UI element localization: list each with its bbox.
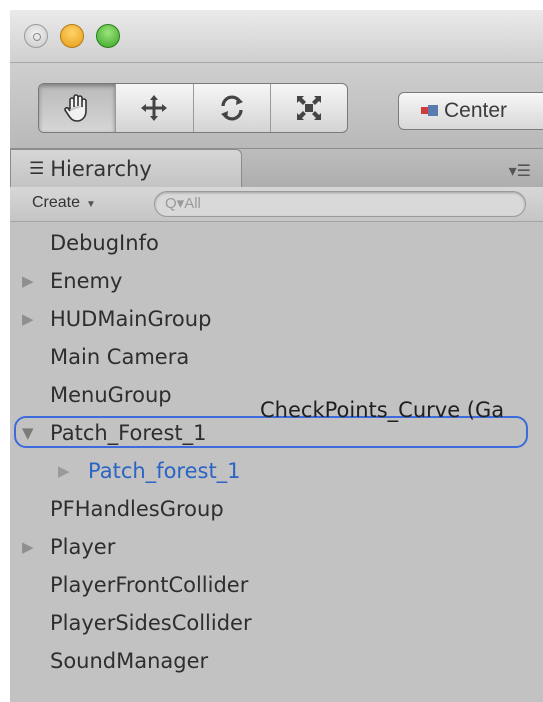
hierarchy-row[interactable]: SoundManager [10,642,543,680]
move-icon [141,95,168,121]
hierarchy-row[interactable]: ▶ Patch_forest_1 [10,452,543,490]
hand-tool-button[interactable] [39,84,117,132]
hierarchy-item-label: Patch_Forest_1 [50,421,207,445]
expanded-arrow-icon[interactable]: ▼ [22,414,34,452]
hierarchy-row[interactable]: Main Camera [10,338,543,376]
scale-tool-button[interactable] [271,84,347,132]
hierarchy-row[interactable]: ▶ Enemy [10,262,543,300]
collapsed-arrow-icon[interactable]: ▶ [22,300,34,338]
panel-menu-icon[interactable]: ▾☰ [509,161,531,180]
hierarchy-row[interactable]: DebugInfo [10,224,543,262]
hierarchy-row[interactable]: ▶ HUDMainGroup [10,300,543,338]
hierarchy-search-bar: Create ▼ Q▾All [10,187,543,222]
drag-ghost-label: CheckPoints_Curve (Ga [260,398,505,422]
hand-icon [64,94,87,122]
hierarchy-row[interactable]: PFHandlesGroup [10,490,543,528]
hierarchy-tab-strip: ☰ Hierarchy ▾☰ [10,149,543,187]
title-bar [10,10,543,63]
hierarchy-item-label: PlayerSidesCollider [50,611,252,635]
transform-tools [38,83,348,133]
hierarchy-row[interactable]: PlayerFrontCollider [10,566,543,604]
rotate-icon [220,95,243,121]
close-window-button[interactable] [24,24,48,48]
center-label: Center [444,99,508,122]
list-icon: ☰ [29,158,45,179]
hierarchy-item-label: Player [50,535,116,559]
pivot-center-toggle[interactable]: Center [398,92,543,130]
scale-icon [296,96,321,120]
hierarchy-item-label: Patch_forest_1 [88,459,241,483]
create-label: Create [32,194,81,211]
tab-hierarchy[interactable]: ☰ Hierarchy [10,149,242,187]
rotate-tool-button[interactable] [194,84,271,132]
hierarchy-list: DebugInfo ▶ Enemy ▶ HUDMainGroup Main Camera M… [10,224,543,680]
hierarchy-item-label: MenuGroup [50,383,172,407]
collapsed-arrow-icon[interactable]: ▶ [58,452,70,490]
hierarchy-item-label: Enemy [50,269,123,293]
hierarchy-item-label: DebugInfo [50,231,159,255]
hierarchy-item-label: Main Camera [50,345,190,369]
collapsed-arrow-icon[interactable]: ▶ [22,262,34,300]
tab-hierarchy-label: Hierarchy [50,156,152,181]
collapsed-arrow-icon[interactable]: ▶ [22,528,34,566]
hierarchy-row[interactable]: ▶ Player [10,528,543,566]
search-input[interactable]: Q▾All [154,191,526,217]
chevron-down-icon: ▼ [86,199,96,210]
minimize-window-button[interactable] [60,24,84,48]
hierarchy-item-label: HUDMainGroup [50,307,212,331]
hierarchy-row[interactable]: PlayerSidesCollider [10,604,543,642]
pivot-icon [421,104,438,118]
move-tool-button[interactable] [116,84,194,132]
hierarchy-item-label: SoundManager [50,649,209,673]
toolbar: Center [10,63,543,149]
unity-editor-window: Center ☰ Hierarchy ▾☰ Create ▼ Q▾All Debu… [10,10,543,702]
create-dropdown[interactable]: Create ▼ [32,194,96,212]
hierarchy-item-label: PFHandlesGroup [50,497,224,521]
hierarchy-item-label: PlayerFrontCollider [50,573,249,597]
zoom-window-button[interactable] [96,24,120,48]
